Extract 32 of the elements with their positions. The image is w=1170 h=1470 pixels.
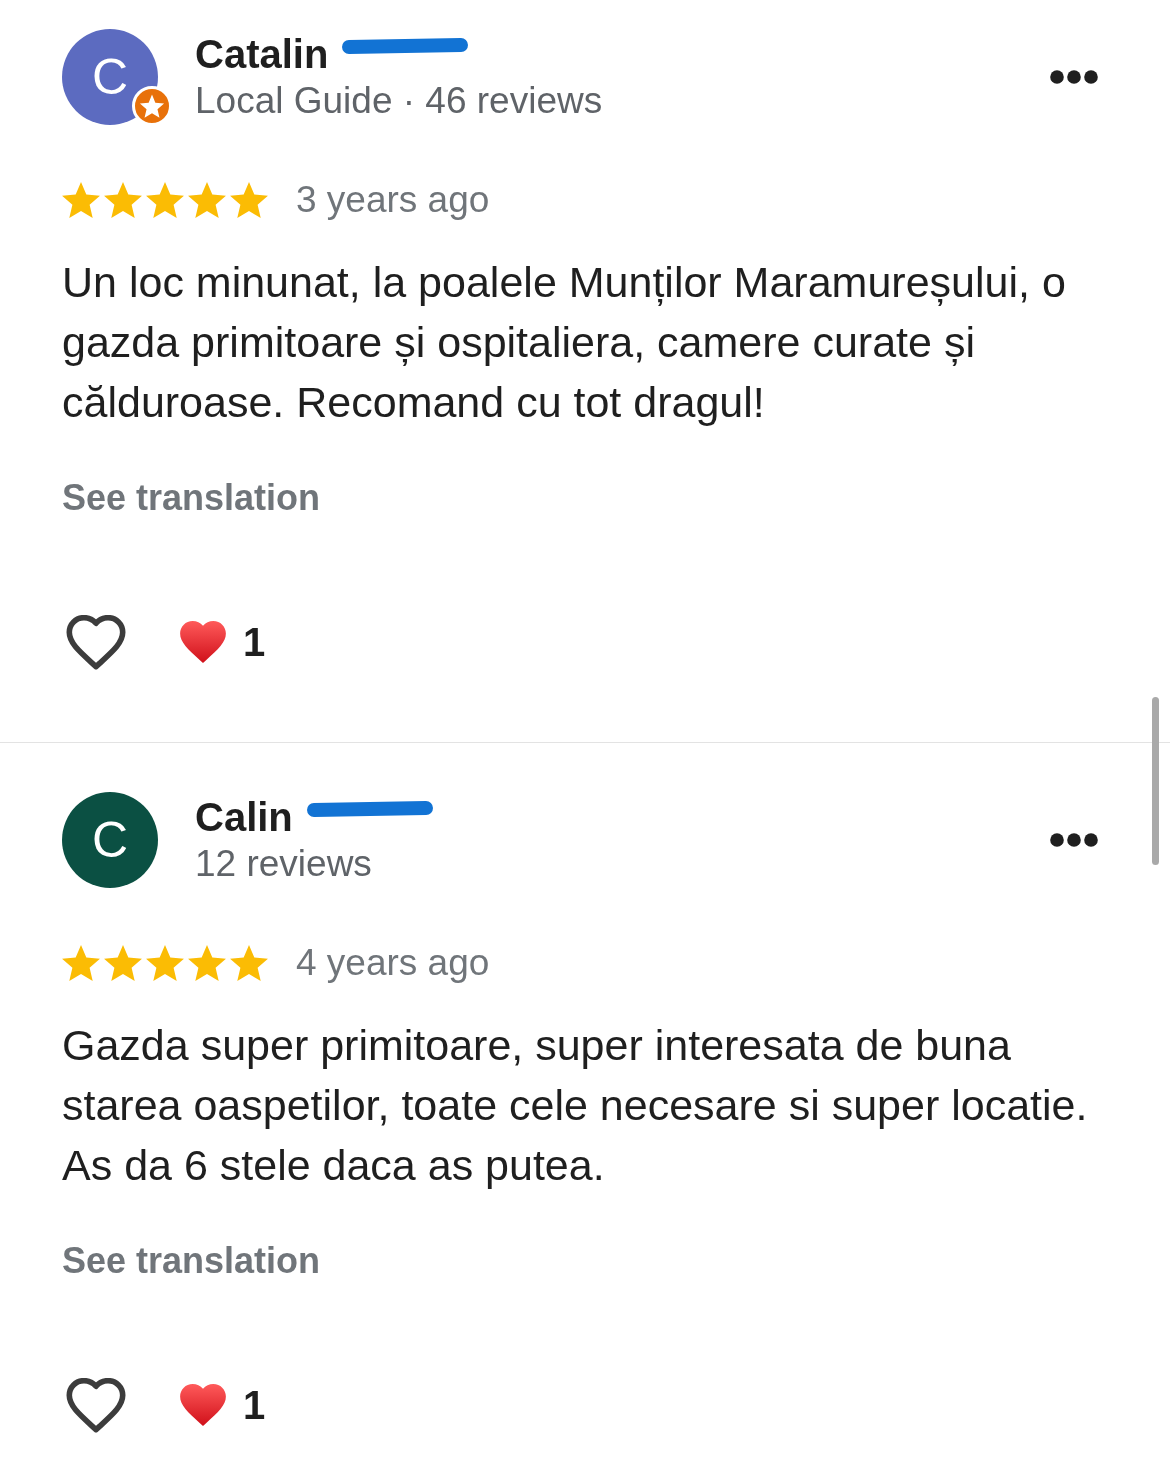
reviewer-stats: Local Guide · 46 reviews [195, 79, 604, 123]
reaction-count: 1 [243, 619, 266, 665]
star-icon [104, 945, 142, 981]
star-icon [146, 945, 184, 981]
reviewer-stats: 12 reviews [195, 842, 373, 886]
avatar: C [62, 792, 158, 888]
review-date: 3 years ago [296, 180, 490, 220]
reaction-count: 1 [243, 1382, 266, 1428]
more-options-button[interactable] [1050, 70, 1098, 84]
star-icon [146, 182, 184, 218]
star-icon [230, 182, 268, 218]
heart-emoji-icon [180, 1384, 226, 1426]
star-icon [230, 945, 268, 981]
star-icon [62, 945, 100, 981]
avatar: C [62, 29, 158, 125]
review-text: Gazda super primitoare, super interesata de buna starea oaspetilor, toate cele necesare si super locatie. As da 6 stele daca as putea. [62, 1020, 1089, 1191]
like-button[interactable] [66, 614, 126, 670]
star-icon [104, 182, 142, 218]
more-options-button[interactable] [1050, 833, 1098, 847]
see-translation-link[interactable]: See translation [62, 478, 321, 518]
star-icon [188, 182, 226, 218]
review-date: 4 years ago [296, 943, 490, 983]
review-text: Un loc minunat, la poalele Munților Maramureșului, o gazda primitoare și ospitaliera, camere curate și călduroase. Recomand cu tot dragul! [62, 257, 1067, 428]
heart-emoji-icon [180, 621, 226, 663]
reviewer-name: Catalin [195, 31, 329, 78]
star-icon [188, 945, 226, 981]
more-icon [1050, 70, 1098, 84]
more-icon [1050, 833, 1098, 847]
like-button[interactable] [66, 1377, 126, 1433]
see-translation-link[interactable]: See translation [62, 1241, 321, 1281]
reviewer-name: Calin [195, 794, 293, 841]
star-icon [62, 182, 100, 218]
